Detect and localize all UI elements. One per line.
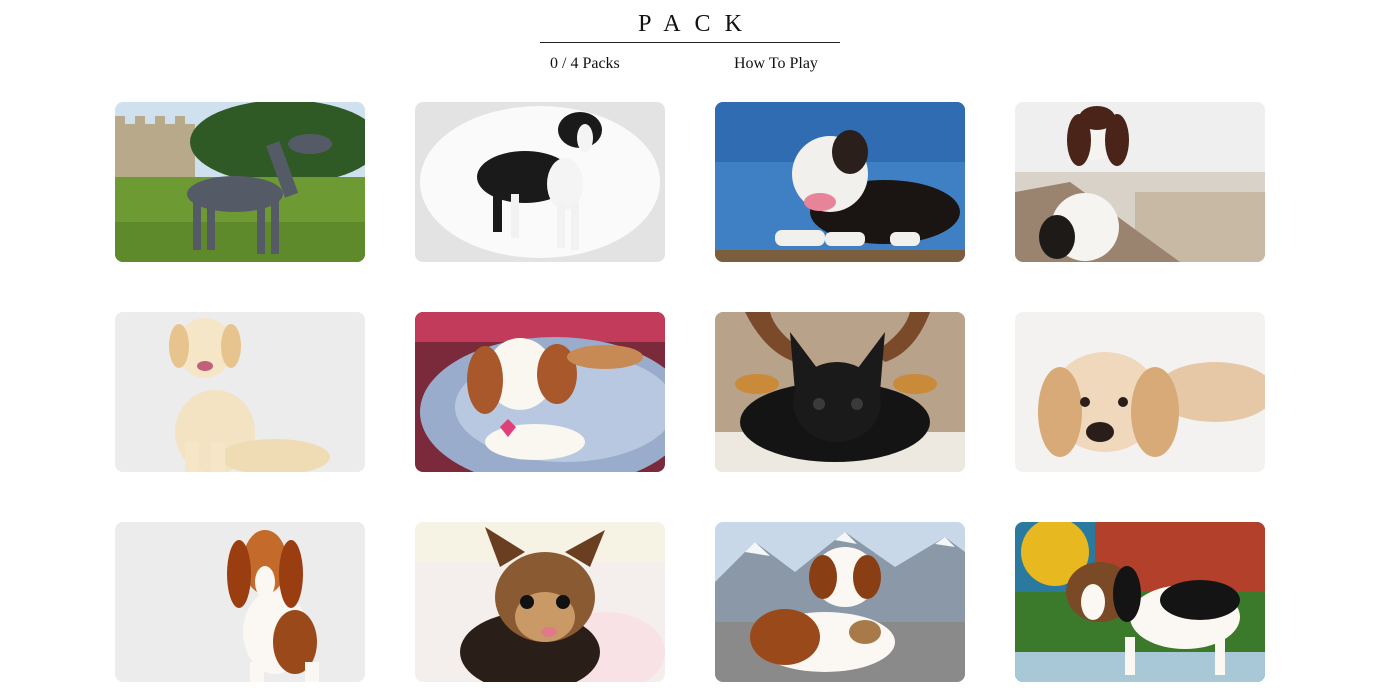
sub-navigation: 0 / 4 Packs How To Play (540, 54, 840, 76)
cavalier-image (415, 312, 665, 472)
cocker-spaniel-image (1015, 312, 1265, 472)
dog-card-golden-retriever[interactable] (115, 312, 365, 472)
yorkie-image (415, 522, 665, 682)
page-header: PACK 0 / 4 Packs How To Play (540, 0, 840, 72)
dog-card-french-bulldog[interactable] (715, 312, 965, 472)
dog-card-great-dane[interactable] (115, 102, 365, 262)
basset-hound-image (115, 522, 365, 682)
dog-card-grid (115, 102, 1265, 682)
dog-card-basset-hound[interactable] (115, 522, 365, 682)
dog-card-cocker-spaniel[interactable] (1015, 312, 1265, 472)
dog-card-beagle[interactable] (1015, 522, 1265, 682)
saint-bernard-image (715, 522, 965, 682)
border-collie-image (415, 102, 665, 262)
dog-card-saint-bernard[interactable] (715, 522, 965, 682)
dog-card-cavalier[interactable] (415, 312, 665, 472)
golden-retriever-image (115, 312, 365, 472)
packs-progress: 0 / 4 Packs (550, 55, 620, 72)
beagle-image (1015, 522, 1265, 682)
dog-card-yorkie[interactable] (415, 522, 665, 682)
how-to-play-link[interactable]: How To Play (734, 54, 818, 74)
page-title: PACK (540, 10, 840, 43)
dog-card-border-collie[interactable] (415, 102, 665, 262)
dog-card-pit-bull[interactable] (715, 102, 965, 262)
springer-spaniel-image (1015, 102, 1265, 262)
dog-card-springer-spaniel[interactable] (1015, 102, 1265, 262)
french-bulldog-image (715, 312, 965, 472)
pit-bull-image (715, 102, 965, 262)
great-dane-image (115, 102, 365, 262)
